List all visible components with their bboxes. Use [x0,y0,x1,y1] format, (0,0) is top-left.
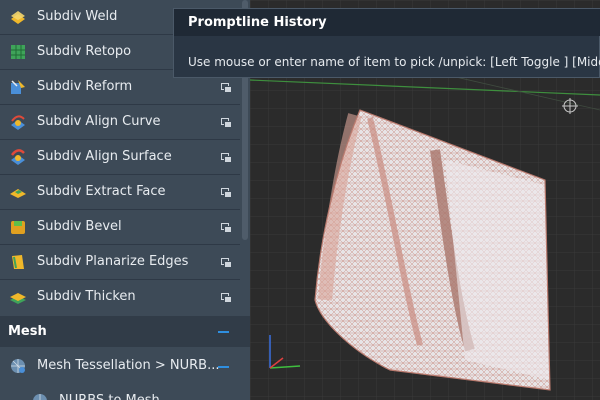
tool-subdiv-extract-face[interactable]: Subdiv Extract Face [0,175,240,210]
subdiv-planarize-edges-icon [12,255,24,269]
subdiv-retopo-icon [11,45,25,59]
collapse-icon[interactable] [218,331,229,333]
tool-mesh-tessellation[interactable]: Mesh Tessellation > NURB... [0,349,240,384]
subdiv-bevel-icon [11,221,25,234]
subdiv-extract-face-icon [10,189,26,198]
subdiv-weld-icon [11,11,25,24]
tool-subdiv-bevel[interactable]: Subdiv Bevel [0,210,240,245]
tool-label: Subdiv Bevel [37,219,122,234]
tool-label: NURBS to Mesh [59,384,160,400]
promptline-header[interactable]: Promptline History [174,9,600,36]
subdiv-reform-icon [11,80,25,94]
tool-options-icon[interactable] [221,293,232,303]
tool-options-icon[interactable] [221,258,232,268]
promptline-title: Promptline History [188,15,327,30]
mesh-tessellation-icon [11,359,25,373]
tool-label: Subdiv Weld [37,9,118,24]
tool-label: Mesh Tessellation > NURB... [37,358,220,373]
subdiv-align-curve-icon [11,115,25,130]
tool-label: Subdiv Align Surface [37,149,172,164]
tool-nurbs-to-mesh[interactable]: NURBS to Mesh [22,384,250,400]
tool-options-icon[interactable] [221,188,232,198]
promptline-message: Use mouse or enter name of item to pick … [188,55,600,69]
subdiv-thicken-icon [10,293,26,304]
subdiv-align-surface-icon [11,149,25,165]
tool-options-icon[interactable] [221,118,232,128]
tool-options-icon[interactable] [221,153,232,163]
tool-label: Subdiv Thicken [37,289,136,304]
tool-subdiv-align-curve[interactable]: Subdiv Align Curve [0,105,240,140]
tool-label: Subdiv Retopo [37,44,132,59]
section-mesh-header[interactable]: Mesh [0,316,250,347]
nurbs-to-mesh-icon [33,394,47,400]
tool-label: Subdiv Reform [37,79,133,94]
tool-subdiv-thicken[interactable]: Subdiv Thicken [0,280,240,315]
section-title: Mesh [8,324,47,339]
tool-label: Subdiv Planarize Edges [37,254,189,269]
tool-label: Subdiv Extract Face [37,184,166,199]
tool-options-icon[interactable] [221,223,232,233]
tool-label: Subdiv Align Curve [37,114,161,129]
tool-subdiv-planarize-edges[interactable]: Subdiv Planarize Edges [0,245,240,280]
tool-subdiv-align-surface[interactable]: Subdiv Align Surface [0,140,240,175]
collapse-icon[interactable] [218,366,229,368]
promptline-history-panel[interactable]: Promptline History Use mouse or enter na… [173,8,600,78]
tool-options-icon[interactable] [221,83,232,93]
